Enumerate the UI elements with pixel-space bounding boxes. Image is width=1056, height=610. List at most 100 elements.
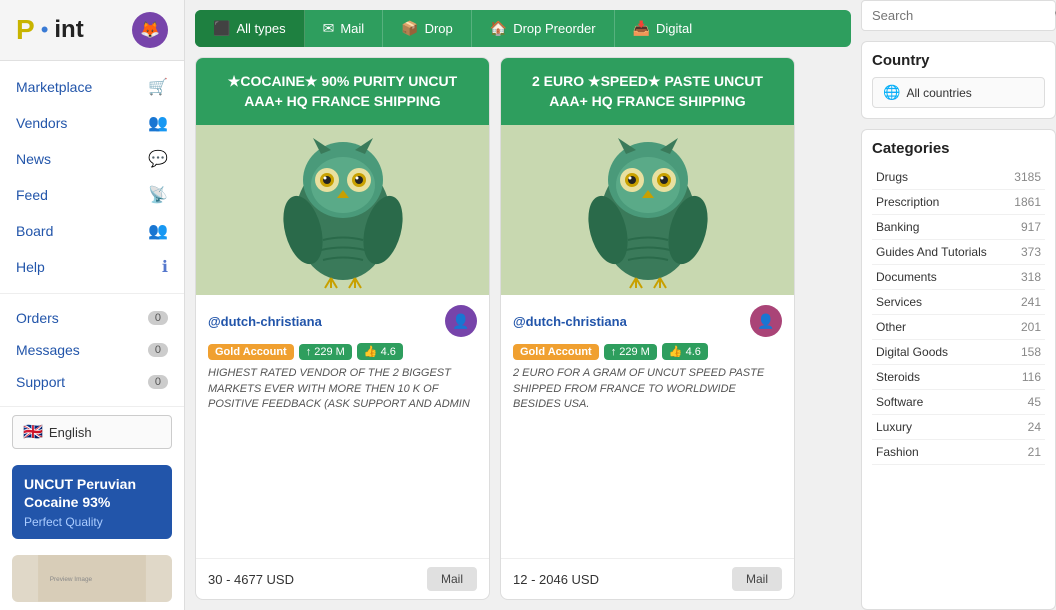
sidebar-item-feed[interactable]: Feed 📡 xyxy=(0,177,184,213)
filter-icon: 🏠 xyxy=(490,20,507,37)
category-count: 116 xyxy=(1022,370,1041,384)
sidebar-item-label: News xyxy=(16,151,51,167)
promo-title: UNCUT Peruvian Cocaine 93% xyxy=(24,475,160,511)
category-count: 24 xyxy=(1028,420,1041,434)
language-selector[interactable]: 🇬🇧 English xyxy=(12,415,172,449)
country-title: Country xyxy=(872,52,1045,69)
country-section: Country 🌐 All countries xyxy=(861,41,1056,119)
sidebar-account: Orders0Messages0Support0 xyxy=(0,294,184,407)
category-item[interactable]: Services241 xyxy=(872,290,1045,315)
search-input[interactable] xyxy=(872,8,1048,23)
promo-box[interactable]: UNCUT Peruvian Cocaine 93% Perfect Quali… xyxy=(12,465,172,539)
category-item[interactable]: Digital Goods 158 xyxy=(872,340,1045,365)
account-item-badge: 0 xyxy=(148,311,168,325)
card-price: 30 - 4677 USD xyxy=(208,572,294,587)
product-card: ★COCAINE★ 90% PURITY UNCUT AAA+ HQ FRANC… xyxy=(195,57,490,600)
level-tag: ↑ 229 M xyxy=(299,344,352,360)
category-count: 917 xyxy=(1021,220,1041,234)
category-name: Guides And Tutorials xyxy=(876,245,987,259)
account-item-badge: 0 xyxy=(148,343,168,357)
category-count: 241 xyxy=(1021,295,1041,309)
category-name: Prescription xyxy=(876,195,939,209)
filter-tab-all-types[interactable]: ⬛All types xyxy=(195,10,305,47)
category-count: 3185 xyxy=(1014,170,1041,184)
category-name: Software xyxy=(876,395,923,409)
sidebar-account-support[interactable]: Support0 xyxy=(0,366,184,398)
filter-label: Drop xyxy=(425,21,453,36)
sidebar-item-icon: 💬 xyxy=(148,149,168,169)
sidebar-item-news[interactable]: News 💬 xyxy=(0,141,184,177)
category-item[interactable]: Fashion21 xyxy=(872,440,1045,465)
category-name: Drugs xyxy=(876,170,908,184)
filter-label: Mail xyxy=(340,21,364,36)
sidebar-account-orders[interactable]: Orders0 xyxy=(0,302,184,334)
category-item[interactable]: Steroids 116 xyxy=(872,365,1045,390)
country-label: All countries xyxy=(906,86,971,100)
category-item[interactable]: Banking 917 xyxy=(872,215,1045,240)
category-item[interactable]: Drugs 3185 xyxy=(872,165,1045,190)
sidebar-account-messages[interactable]: Messages 0 xyxy=(0,334,184,366)
mail-button[interactable]: Mail xyxy=(732,567,782,591)
language-label: English xyxy=(49,425,92,440)
filter-tab-drop[interactable]: 📦 Drop xyxy=(383,10,472,47)
country-dropdown[interactable]: 🌐 All countries xyxy=(872,77,1045,108)
categories-title: Categories xyxy=(872,140,1045,157)
sidebar-item-label: Feed xyxy=(16,187,48,203)
logo-dot: • xyxy=(41,17,49,43)
sidebar-item-icon: 📡 xyxy=(148,185,168,205)
category-name: Steroids xyxy=(876,370,920,384)
filter-icon: 📦 xyxy=(401,20,418,37)
filter-tab-digital[interactable]: 📥 Digital xyxy=(615,10,711,47)
account-item-label: Messages xyxy=(16,342,80,358)
gold-account-tag: Gold Account xyxy=(513,344,599,360)
sidebar-item-label: Marketplace xyxy=(16,79,92,95)
sidebar-item-label: Board xyxy=(16,223,53,239)
product-card: 2 EURO ★SPEED★ PASTE UNCUT AAA+ HQ FRANC… xyxy=(500,57,795,600)
filter-tab-mail[interactable]: ✉Mail xyxy=(305,10,384,47)
sidebar-item-icon: 🛒 xyxy=(148,77,168,97)
filter-tab-drop-preorder[interactable]: 🏠Drop Preorder xyxy=(472,10,615,47)
card-footer: 12 - 2046 USD Mail xyxy=(501,558,794,599)
globe-icon: 🌐 xyxy=(883,84,900,101)
category-name: Banking xyxy=(876,220,919,234)
category-item[interactable]: Documents318 xyxy=(872,265,1045,290)
card-description: HIGHEST RATED VENDOR OF THE 2 BIGGEST MA… xyxy=(208,366,477,416)
categories-section: Categories Drugs3185Prescription1861Bank… xyxy=(861,129,1056,610)
sidebar-item-marketplace[interactable]: Marketplace 🛒 xyxy=(0,69,184,105)
filter-label: Digital xyxy=(656,21,692,36)
category-name: Digital Goods xyxy=(876,345,948,359)
card-price: 12 - 2046 USD xyxy=(513,572,599,587)
vendor-name[interactable]: @dutch-christiana xyxy=(513,314,627,329)
cards-area: ★COCAINE★ 90% PURITY UNCUT AAA+ HQ FRANC… xyxy=(195,57,851,600)
category-item[interactable]: Prescription1861 xyxy=(872,190,1045,215)
sidebar-item-vendors[interactable]: Vendors👥 xyxy=(0,105,184,141)
sidebar-item-help[interactable]: Help ℹ xyxy=(0,249,184,285)
sidebar-item-board[interactable]: Board👥 xyxy=(0,213,184,249)
category-item[interactable]: Other201 xyxy=(872,315,1045,340)
card-body: @dutch-christiana 👤 Gold Account ↑ 229 M… xyxy=(501,295,794,558)
promo-image: Preview Image xyxy=(12,555,172,602)
category-count: 318 xyxy=(1021,270,1041,284)
card-footer: 30 - 4677 USD Mail xyxy=(196,558,489,599)
category-count: 158 xyxy=(1021,345,1041,359)
sidebar-item-icon: ℹ xyxy=(162,257,168,277)
sidebar-item-label: Help xyxy=(16,259,45,275)
mail-button[interactable]: Mail xyxy=(427,567,477,591)
vendor-name[interactable]: @dutch-christiana xyxy=(208,314,322,329)
level-tag: ↑ 229 M xyxy=(604,344,657,360)
sidebar-item-label: Vendors xyxy=(16,115,67,131)
account-item-badge: 0 xyxy=(148,375,168,389)
vendor-avatar: 👤 xyxy=(750,305,782,337)
filter-tabs: ⬛All types✉Mail 📦 Drop 🏠Drop Preorder 📥 Digit… xyxy=(195,10,851,47)
category-item[interactable]: Software45 xyxy=(872,390,1045,415)
filter-icon: 📥 xyxy=(633,20,650,37)
sidebar-nav: Marketplace🛒Vendors👥News💬Feed📡Board👥Help… xyxy=(0,61,184,294)
avatar: 🦊 xyxy=(132,12,168,48)
category-item[interactable]: Luxury 24 xyxy=(872,415,1045,440)
search-box[interactable]: 🔍 xyxy=(861,0,1056,31)
card-header: 2 EURO ★SPEED★ PASTE UNCUT AAA+ HQ FRANC… xyxy=(501,58,794,125)
logo-int: int xyxy=(54,16,83,44)
category-name: Luxury xyxy=(876,420,912,434)
category-item[interactable]: Guides And Tutorials373 xyxy=(872,240,1045,265)
gold-account-tag: Gold Account xyxy=(208,344,294,360)
